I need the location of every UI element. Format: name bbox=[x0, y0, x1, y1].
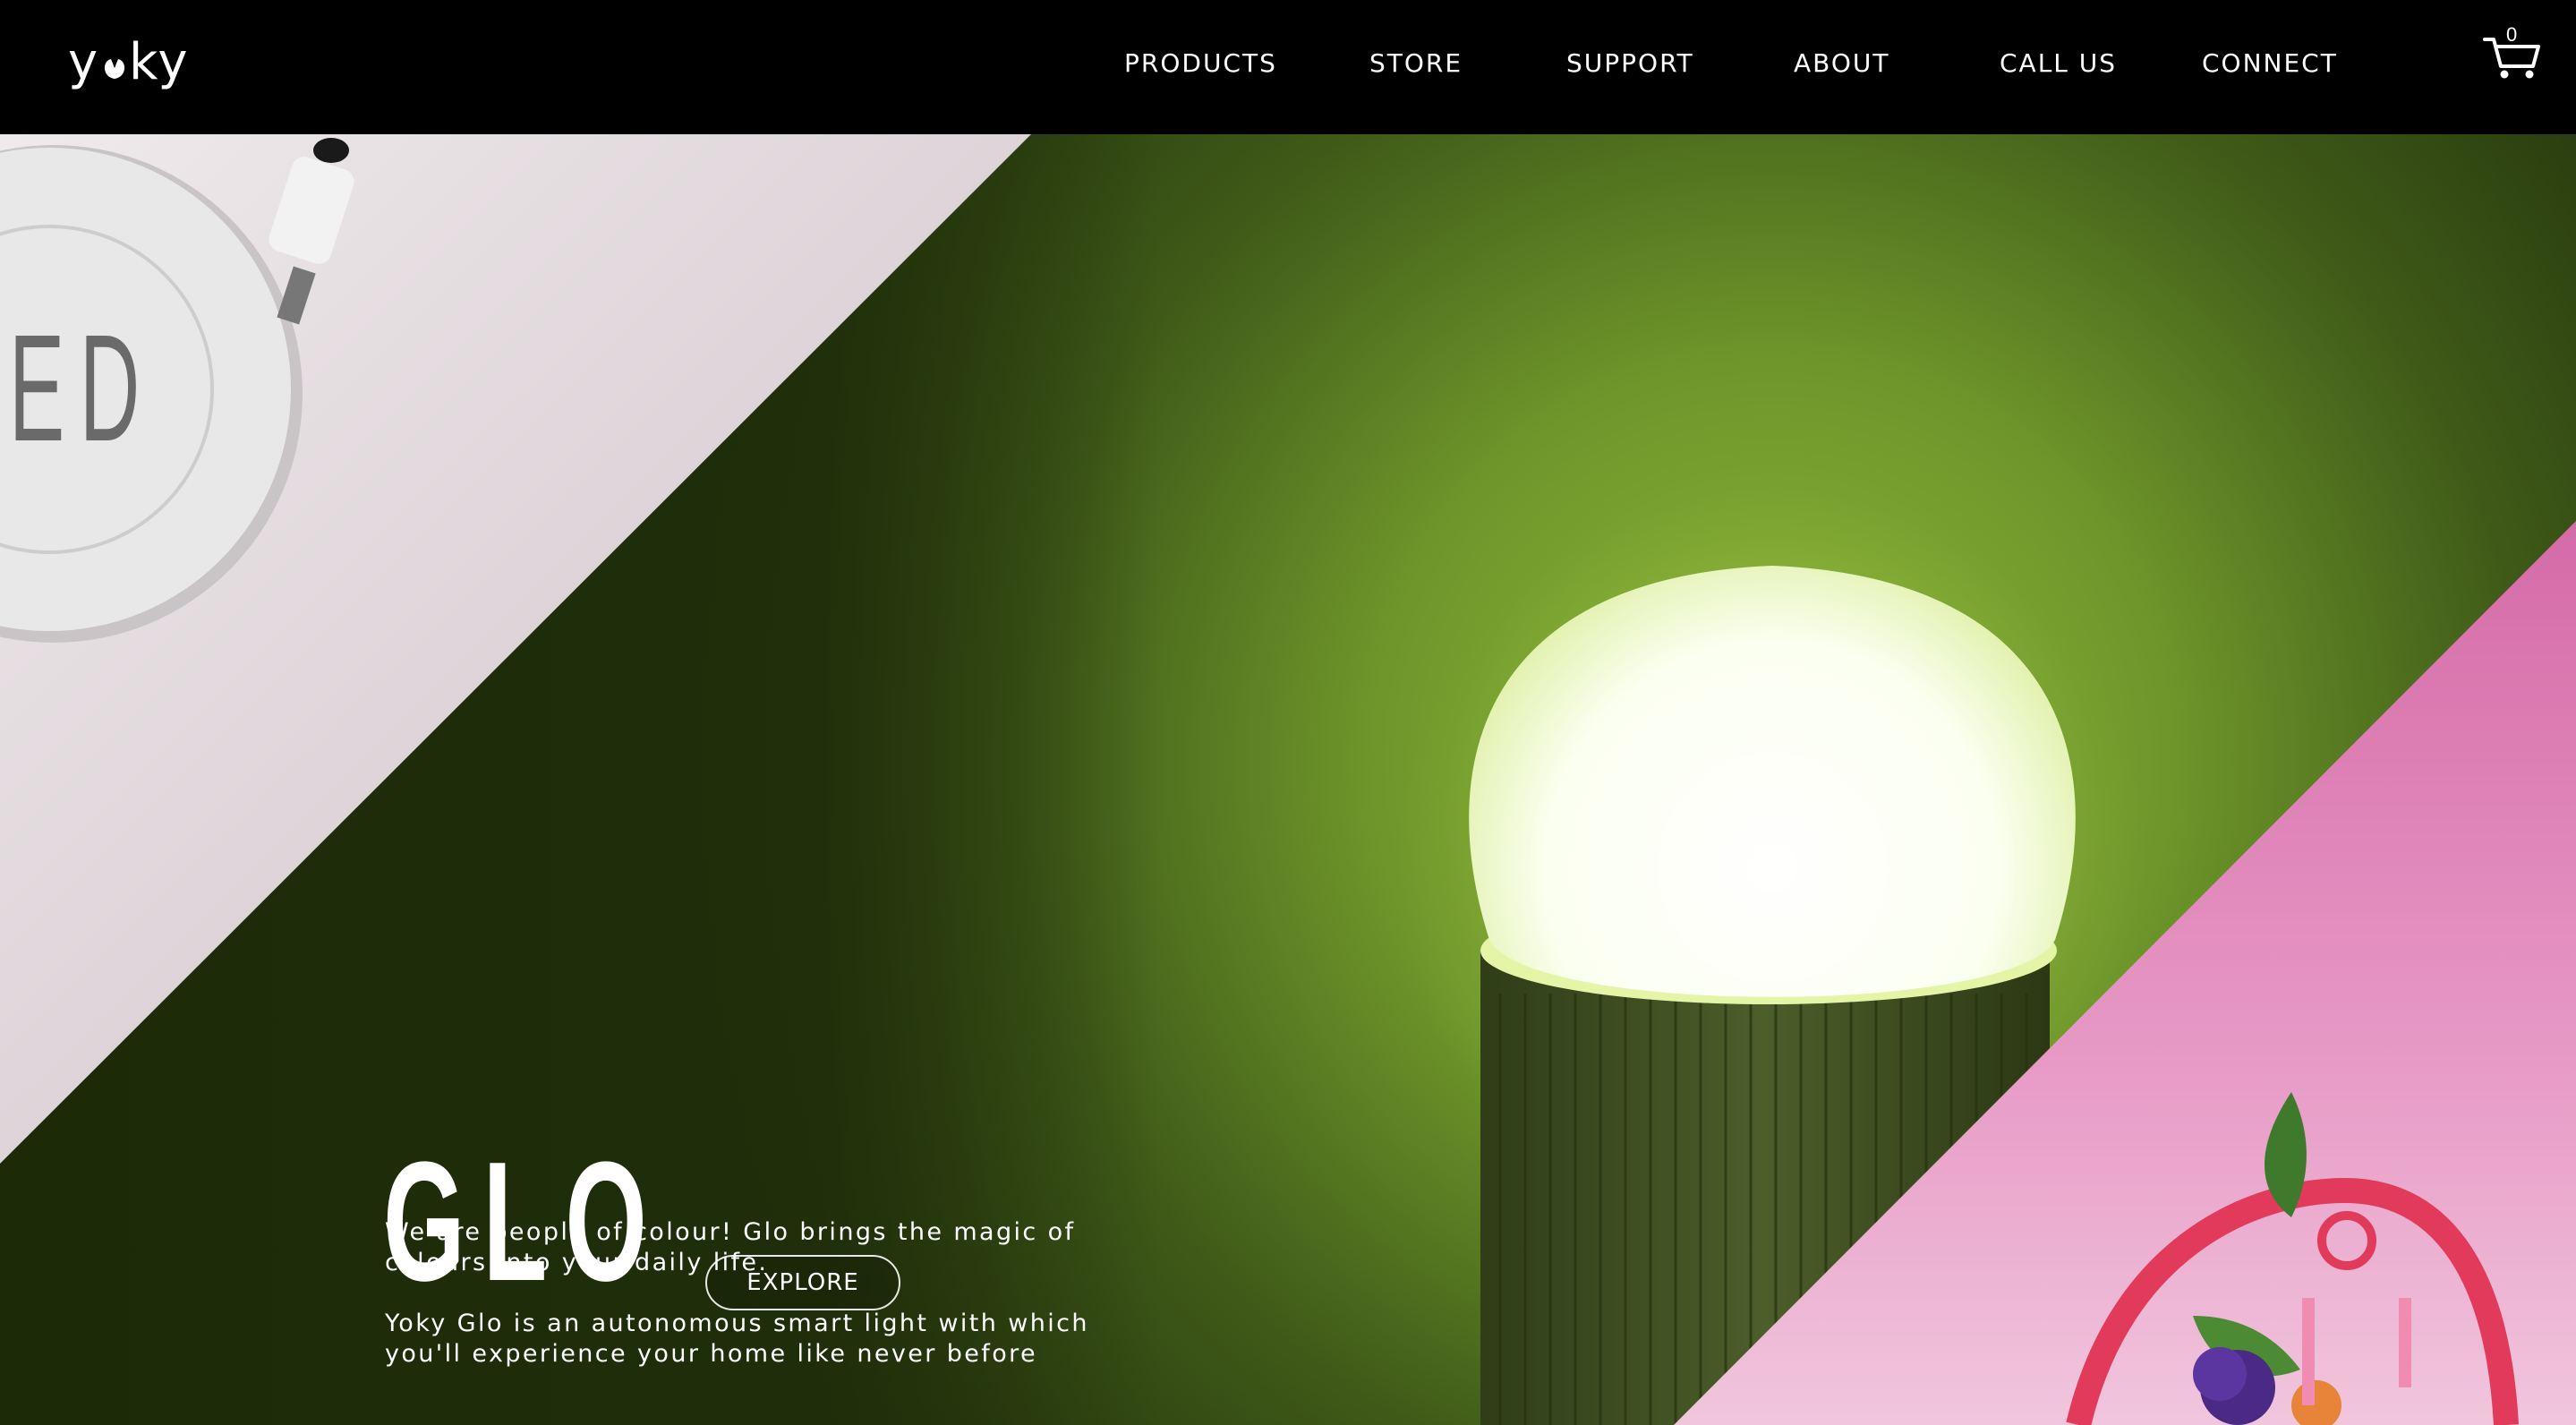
nav-about[interactable]: ABOUT bbox=[1794, 48, 1890, 78]
cart-count-badge: 0 bbox=[2506, 23, 2518, 46]
nav-connect[interactable]: CONNECT bbox=[2202, 48, 2338, 78]
nav-support[interactable]: SUPPORT bbox=[1566, 48, 1694, 78]
hero-paragraph-1: We are people of colour! Glo brings the … bbox=[385, 1218, 1076, 1276]
svg-text:ky: ky bbox=[129, 34, 190, 91]
yoky-logo-mark: y ky bbox=[68, 34, 190, 91]
nav-store[interactable]: STORE bbox=[1369, 48, 1463, 78]
hero-section: ED GLO EXPLORE We are people of colour! … bbox=[0, 134, 2576, 1425]
top-navbar: y ky PRODUCTS STORE SUPPORT ABOUT CALL U… bbox=[0, 0, 2576, 134]
hero-paragraph-2: Yoky Glo is an autonomous smart light wi… bbox=[385, 1310, 1089, 1368]
nav-call-us[interactable]: CALL US bbox=[2000, 48, 2117, 78]
device-lettering: ED bbox=[9, 304, 155, 474]
nav-products[interactable]: PRODUCTS bbox=[1124, 48, 1277, 78]
svg-text:y: y bbox=[68, 34, 99, 91]
